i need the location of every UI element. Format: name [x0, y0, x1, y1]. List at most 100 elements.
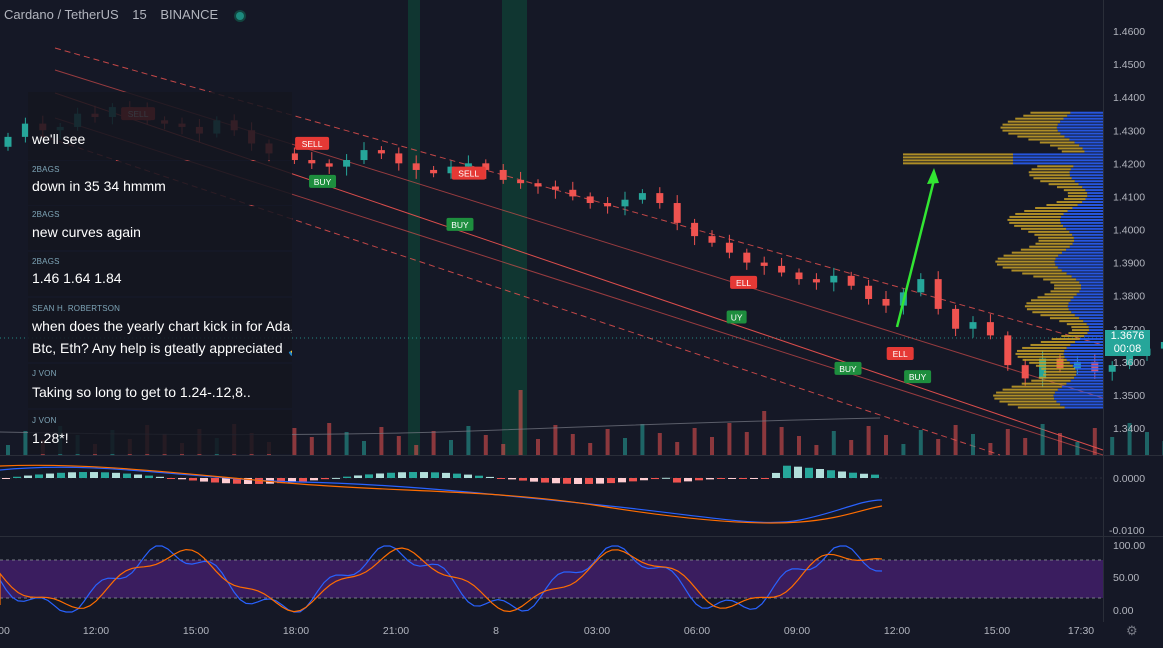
- volume-profile-bar: [1000, 126, 1057, 129]
- volume-profile-bar: [1057, 123, 1103, 126]
- volume-profile-bar: [1009, 221, 1061, 224]
- volume-profile-bar: [1054, 391, 1103, 394]
- sell-signal-badge: SELL: [295, 136, 330, 150]
- time-axis-label: 12:00: [884, 625, 910, 637]
- stoch-axis-label: 100.00: [1113, 540, 1145, 552]
- market-status-icon: [235, 11, 244, 20]
- volume-bar: [362, 441, 366, 455]
- volume-profile-bar: [1007, 120, 1061, 123]
- volume-profile-bar: [1038, 376, 1075, 379]
- volume-profile-bar: [1068, 302, 1103, 305]
- volume-profile-bar: [1076, 278, 1103, 281]
- volume-profile-bar: [1064, 349, 1103, 352]
- macd-histogram-bar: [101, 472, 109, 478]
- volume-profile-bar: [1028, 171, 1070, 174]
- volume-profile-bar: [1030, 343, 1071, 346]
- macd-histogram-bar: [35, 474, 43, 478]
- volume-profile-bar: [1054, 260, 1103, 263]
- price-axis-label: 1.4500: [1113, 59, 1145, 71]
- macd-histogram-bar: [332, 477, 340, 479]
- volume-bar: [762, 411, 767, 455]
- volume-profile-bar: [1080, 287, 1103, 290]
- volume-profile-bar: [1002, 123, 1058, 126]
- macd-histogram-bar: [673, 478, 681, 483]
- time-axis-label: 12:00: [83, 625, 109, 637]
- volume-bar: [588, 443, 593, 455]
- chat-message: SEAN H. ROBERTSON when does the yearly c…: [28, 298, 292, 362]
- volume-bar: [1092, 428, 1097, 455]
- volume-profile-bar: [1087, 195, 1103, 198]
- volume-profile-bar: [1066, 227, 1103, 230]
- volume-profile-bar: [1072, 364, 1103, 367]
- volume-profile-bar: [1038, 239, 1075, 242]
- candle-body: [743, 252, 751, 263]
- volume-profile-bar: [1034, 233, 1073, 236]
- volume-profile-bar: [1022, 358, 1067, 361]
- volume-bar: [536, 439, 540, 455]
- volume-profile-bar: [997, 263, 1056, 266]
- macd-histogram-bar: [519, 478, 527, 481]
- volume-profile-bar: [1028, 230, 1070, 233]
- volume-profile-bar: [1078, 183, 1103, 186]
- macd-histogram-bar: [486, 476, 494, 478]
- volume-profile-bar: [1007, 218, 1061, 221]
- macd-histogram-bar: [46, 473, 54, 478]
- signal-badge-label: BUY: [314, 177, 332, 187]
- macd-histogram-bar: [805, 467, 813, 478]
- symbol-name[interactable]: Cardano / TetherUS: [4, 7, 119, 22]
- macd-histogram-bar: [123, 473, 131, 478]
- volume-profile-bar: [1060, 215, 1103, 218]
- volume-profile-bar: [1066, 382, 1103, 385]
- volume-bar: [866, 426, 871, 455]
- macd-histogram-bar: [57, 472, 65, 478]
- time-axis-label: 09:00: [784, 625, 810, 637]
- volume-profile-bar: [1068, 308, 1103, 311]
- macd-histogram-bar: [728, 478, 736, 479]
- volume-bar: [518, 390, 523, 455]
- macd-histogram-bar: [794, 466, 802, 478]
- volume-profile-bar: [1035, 364, 1073, 367]
- volume-profile-bar: [1017, 135, 1065, 138]
- volume-bar: [640, 424, 645, 455]
- volume-profile-bar: [993, 394, 1054, 397]
- macd-histogram-bar: [695, 478, 703, 481]
- volume-profile-bar: [1056, 400, 1103, 403]
- volume-profile-bar: [1024, 305, 1068, 308]
- stoch-band: [0, 560, 1103, 598]
- chat-username: SEAN H. ROBERTSON: [32, 304, 121, 313]
- settings-gear-icon[interactable]: ⚙: [1126, 623, 1138, 639]
- volume-profile-bar: [1057, 388, 1103, 391]
- volume-profile-bar: [1032, 311, 1072, 314]
- bar-countdown: 00:08: [1113, 343, 1142, 355]
- volume-profile-bar: [1002, 266, 1058, 269]
- macd-histogram-bar: [772, 472, 780, 478]
- buy-signal-badge: BUY: [904, 370, 932, 384]
- volume-profile-bar: [1011, 385, 1062, 388]
- candle-body: [830, 275, 838, 283]
- volume-profile-bar: [1063, 189, 1086, 192]
- volume-profile-bar: [1063, 352, 1103, 355]
- highlight-zone: [408, 0, 420, 455]
- volume-profile-bar: [1011, 251, 1062, 254]
- volume-profile-bar: [1013, 162, 1103, 165]
- volume-bar: [449, 440, 453, 455]
- volume-bar: [1145, 432, 1149, 455]
- candle-body: [551, 186, 559, 190]
- volume-profile-bar: [1067, 114, 1103, 117]
- volume-profile-bar: [1030, 111, 1071, 114]
- volume-profile-bar: [1035, 207, 1073, 210]
- price-axis-label: 1.4000: [1113, 225, 1145, 237]
- volume-profile-bar: [1070, 111, 1103, 114]
- volume-profile-bar: [1029, 361, 1070, 364]
- time-axis-label: 18:00: [283, 625, 309, 637]
- volume-profile-bar: [1022, 346, 1067, 349]
- signal-badge-label: ELL: [893, 349, 908, 359]
- interval-label[interactable]: 15: [132, 7, 146, 22]
- volume-profile-bar: [1073, 296, 1103, 299]
- candle-body: [934, 279, 942, 309]
- volume-profile-bar: [1072, 242, 1103, 245]
- exchange-label: BINANCE: [160, 7, 219, 22]
- time-axis-label: 8: [493, 625, 499, 637]
- volume-profile-bar: [1084, 150, 1103, 153]
- volume-bar: [570, 434, 575, 455]
